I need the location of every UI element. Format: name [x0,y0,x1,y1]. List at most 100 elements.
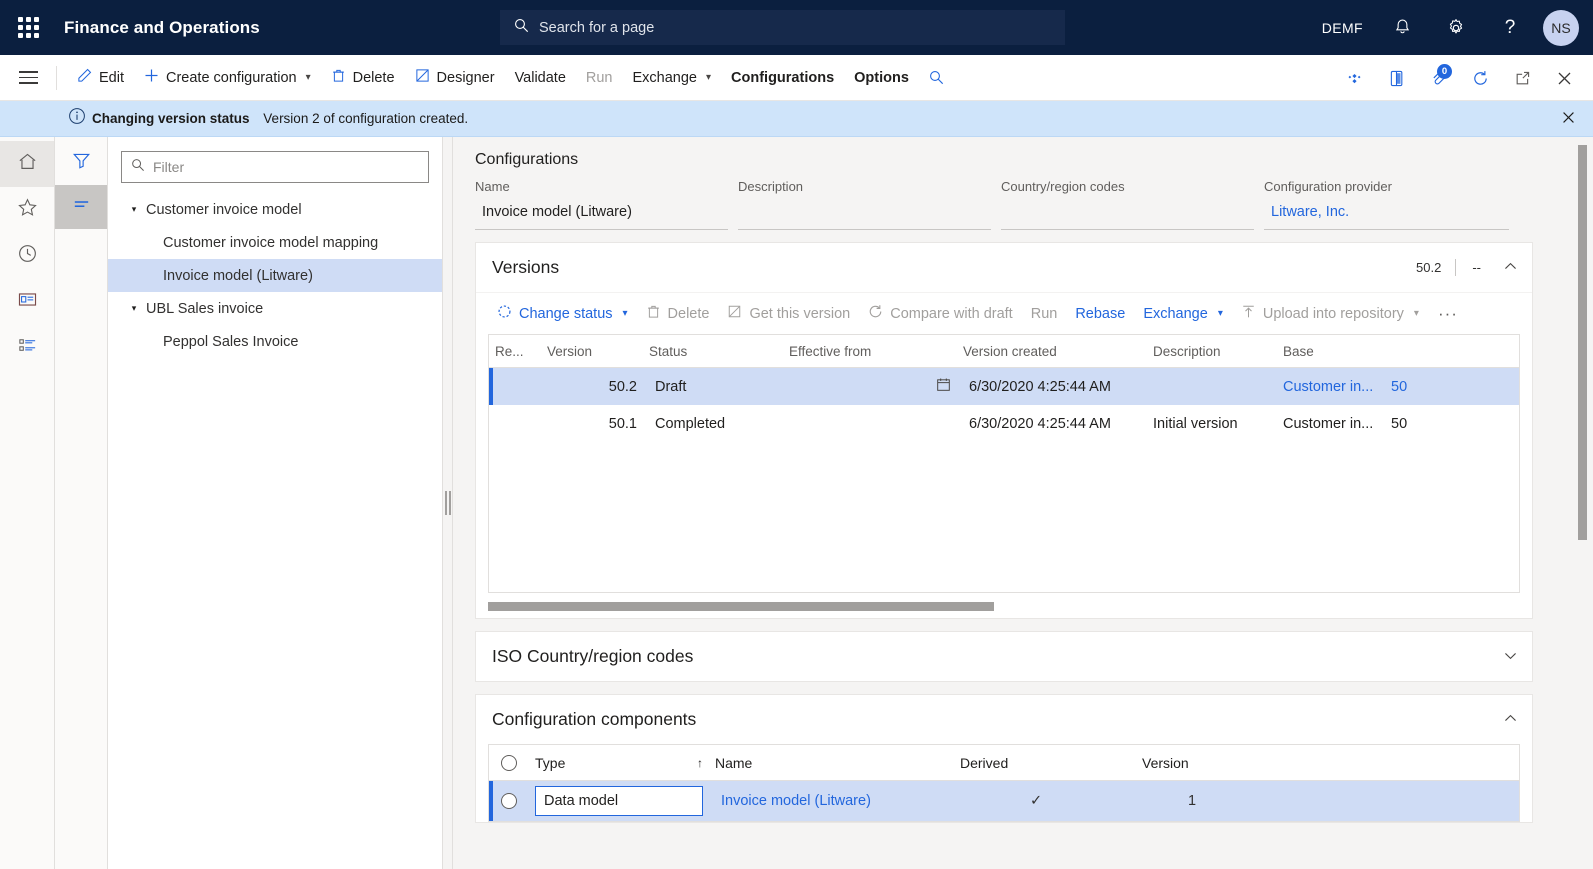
rebase-button[interactable]: Rebase [1066,293,1134,335]
gear-icon[interactable] [1429,0,1483,55]
name-input[interactable]: Invoice model (Litware) [475,201,728,230]
cell-base[interactable]: Customer in... [1277,379,1385,395]
chevron-up-icon[interactable] [1503,711,1518,729]
field-label: Description [738,179,804,194]
delete-button[interactable]: Delete [321,55,405,101]
options-tab[interactable]: Options [844,55,919,101]
bell-icon[interactable] [1375,0,1429,55]
iso-section-header[interactable]: ISO Country/region codes [476,632,1532,681]
chevron-up-icon[interactable] [1503,259,1518,277]
field-configuration-provider: Configuration provider Litware, Inc. [1264,179,1509,230]
designer-button[interactable]: Designer [405,55,505,101]
versions-toolbar: Change status ▾ Delete Get this version … [476,292,1532,334]
scrollbar-thumb[interactable] [488,602,994,611]
notification-message-bar: Changing version status Version 2 of con… [0,101,1593,137]
attachment-icon[interactable]: 0 [1417,55,1459,101]
table-row[interactable]: 50.1 Completed 6/30/2020 4:25:44 AM Init… [489,405,1519,442]
personalize-icon[interactable] [1333,55,1375,101]
versions-grid-header: Re... Version Status Effective from Vers… [489,335,1519,368]
field-country-region-codes: Country/region codes [1001,179,1254,230]
office-app-icon[interactable] [1375,55,1417,101]
nav-favorites[interactable] [0,187,54,233]
plus-icon [144,68,159,87]
rebase-label: Rebase [1075,305,1126,322]
change-status-button[interactable]: Change status ▾ [488,293,637,335]
edit-button[interactable]: Edit [67,55,134,101]
hamburger-icon[interactable] [0,55,56,101]
panel-splitter[interactable] [443,137,453,869]
refresh-icon[interactable] [1459,55,1501,101]
filter-tab[interactable] [55,141,107,185]
exchange-button[interactable]: Exchange ▾ [623,55,722,101]
cell-name-link[interactable]: Invoice model (Litware) [709,793,954,809]
description-input[interactable] [738,201,991,230]
tree-node-ubl-sales-invoice[interactable]: ▾ UBL Sales invoice [108,292,442,325]
header-fields: Name Invoice model (Litware) Description… [465,179,1543,230]
close-icon[interactable] [1560,109,1577,129]
field-name: Name Invoice model (Litware) [475,179,728,230]
command-search-icon[interactable] [919,55,954,101]
configurations-tab[interactable]: Configurations [721,55,844,101]
column-header-derived[interactable]: Derived [954,755,1136,771]
popout-icon[interactable] [1501,55,1543,101]
expand-arrow-icon[interactable]: ▾ [126,204,142,215]
tree-filter-input[interactable]: Filter [121,151,429,183]
app-launcher-icon[interactable] [0,0,56,55]
country-region-codes-input[interactable] [1001,201,1254,230]
nav-recent[interactable] [0,233,54,279]
column-header-status[interactable]: Status [643,344,783,359]
configuration-provider-link[interactable]: Litware, Inc. [1264,201,1509,230]
app-title: Finance and Operations [64,17,260,37]
chevron-down-icon[interactable] [1503,648,1518,666]
column-header-description[interactable]: Description [1147,344,1277,359]
calendar-icon[interactable] [936,377,951,396]
chevron-down-icon: ▾ [706,72,712,83]
content-scrollbar-track[interactable] [1571,137,1593,869]
column-header-name[interactable]: Name [709,755,954,771]
tree-node-invoice-model-litware[interactable]: Invoice model (Litware) [108,259,442,292]
nav-workspaces[interactable] [0,279,54,325]
field-label: Country/region codes [1001,179,1125,194]
expand-arrow-icon[interactable]: ▾ [126,303,142,314]
tree-node-customer-invoice-model-mapping[interactable]: Customer invoice model mapping [108,226,442,259]
list-tab[interactable] [55,185,107,229]
row-select-radio[interactable] [489,793,529,809]
versions-exchange-button[interactable]: Exchange ▾ [1134,293,1232,335]
table-row[interactable]: 50.2 Draft 6/30/2020 4:25:44 AM Customer… [489,368,1519,405]
main-content: Configurations Name Invoice model (Litwa… [453,137,1593,869]
validate-button[interactable]: Validate [505,55,576,101]
global-search-input[interactable]: Search for a page [500,10,1065,45]
column-header-base[interactable]: Base [1277,344,1417,359]
company-selector[interactable]: DEMF [1310,0,1375,55]
column-header-type[interactable]: Type ↑ [529,755,709,771]
nav-modules[interactable] [0,325,54,371]
tree-filter-placeholder: Filter [153,159,185,175]
radio-circle-icon [501,754,517,771]
tree-node-customer-invoice-model[interactable]: ▾ Customer invoice model [108,193,442,226]
versions-section-header[interactable]: Versions 50.2 -- [476,243,1532,292]
page-body: Filter ▾ Customer invoice model Customer… [0,137,1593,869]
navigation-rail [0,137,55,869]
column-header-re[interactable]: Re... [489,344,541,359]
avatar[interactable]: NS [1543,9,1579,46]
nav-home[interactable] [0,141,54,187]
versions-overflow-button[interactable]: ··· [1428,304,1468,324]
select-all-radio[interactable] [489,754,529,771]
versions-section: Versions 50.2 -- Change status ▾ Delete … [475,242,1533,619]
tree-node-label: Customer invoice model mapping [163,234,379,251]
command-bar-buttons: Edit Create configuration ▾ Delete Desig… [57,55,954,101]
versions-horizontal-scrollbar[interactable] [476,593,1532,618]
question-mark-icon[interactable]: ? [1483,0,1537,55]
components-section-header[interactable]: Configuration components [476,695,1532,744]
column-header-version-created[interactable]: Version created [957,344,1147,359]
type-input[interactable]: Data model [535,786,703,816]
close-icon[interactable] [1543,55,1585,101]
table-row[interactable]: Data model Invoice model (Litware) ✓ 1 [489,781,1519,821]
tree-node-peppol-sales-invoice[interactable]: Peppol Sales Invoice [108,325,442,358]
cell-base-number[interactable]: 50 [1385,379,1445,395]
content-scrollbar-thumb[interactable] [1578,145,1587,540]
column-header-effective-from[interactable]: Effective from [783,344,957,359]
create-configuration-button[interactable]: Create configuration ▾ [134,55,321,101]
column-header-version[interactable]: Version [1136,755,1296,771]
column-header-version[interactable]: Version [541,344,643,359]
